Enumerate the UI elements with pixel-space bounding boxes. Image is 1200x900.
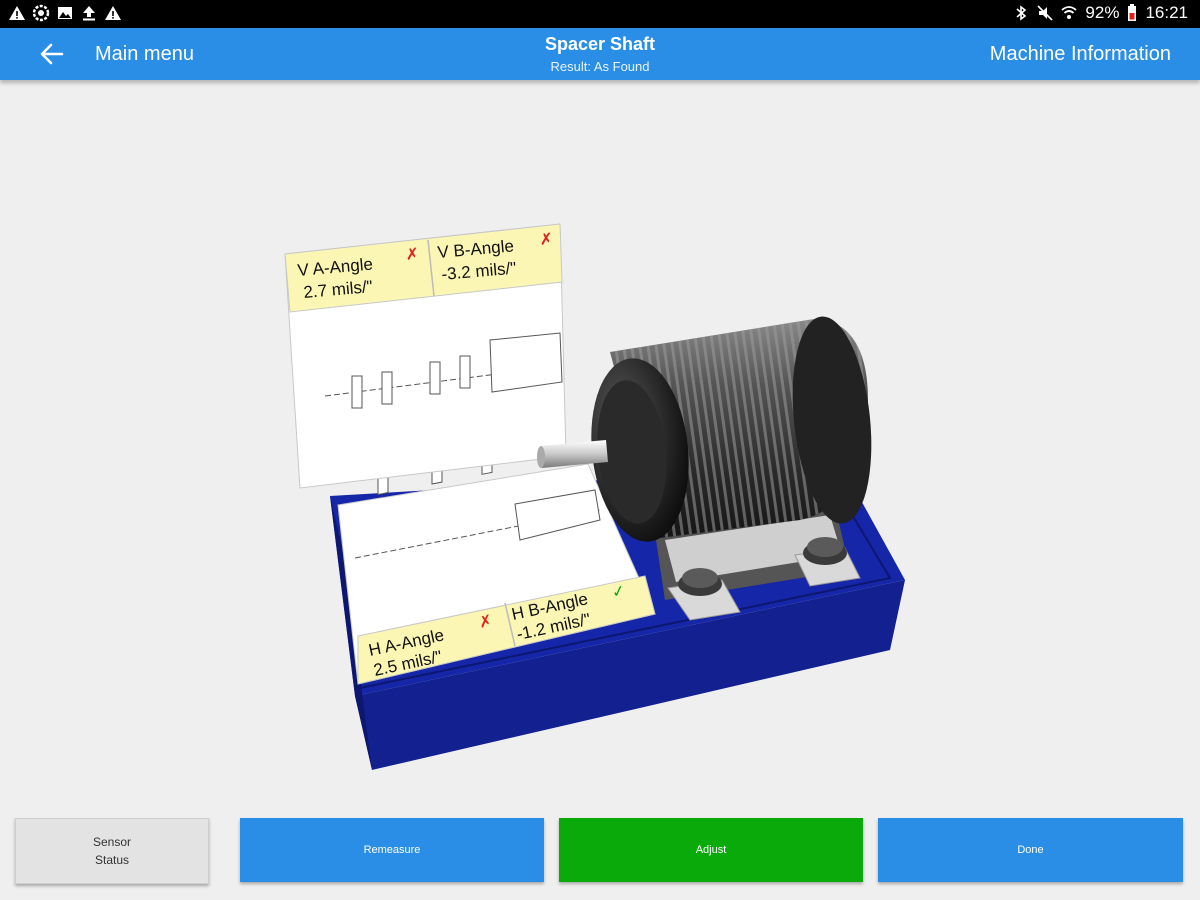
system-indicators: 92% 16:21 — [1013, 3, 1188, 23]
battery-icon — [1128, 4, 1137, 21]
clock: 16:21 — [1145, 3, 1188, 22]
v-a-fail-icon: ✗ — [405, 246, 420, 264]
warning-icon — [9, 6, 25, 20]
page-subtitle: Result: As Found — [550, 59, 650, 74]
upload-icon — [83, 6, 95, 21]
gallery-icon — [58, 7, 72, 19]
machine-3d-view[interactable]: H A-Angle 2.5 mils/" ✗ H B-Angle -1.2 mi… — [0, 80, 1200, 800]
mute-icon — [1037, 5, 1053, 21]
wifi-icon — [1061, 6, 1078, 19]
app-bar: Main menu Spacer Shaft Result: As Found … — [0, 28, 1200, 80]
v-b-fail-icon: ✗ — [539, 231, 554, 249]
back-arrow-icon[interactable] — [36, 40, 68, 68]
bluetooth-icon — [1016, 5, 1027, 21]
title-block: Spacer Shaft Result: As Found — [400, 34, 800, 74]
warning-icon-2 — [105, 6, 121, 20]
notification-icons — [8, 4, 122, 22]
settings-icon — [32, 4, 50, 22]
adjust-button[interactable]: Adjust — [559, 818, 863, 882]
sensor-status-label: Sensor Status — [92, 835, 132, 867]
main-menu-link[interactable]: Main menu — [95, 43, 194, 66]
sensor-status-button[interactable]: Sensor Status — [15, 818, 209, 884]
page-title: Spacer Shaft — [544, 34, 656, 54]
done-button[interactable]: Done — [878, 818, 1183, 882]
status-bar: 92% 16:21 — [0, 0, 1200, 28]
remeasure-button[interactable]: Remeasure — [240, 818, 544, 882]
machine-information-link[interactable]: Machine Information — [990, 43, 1171, 66]
battery-percent: 92% — [1085, 3, 1120, 22]
